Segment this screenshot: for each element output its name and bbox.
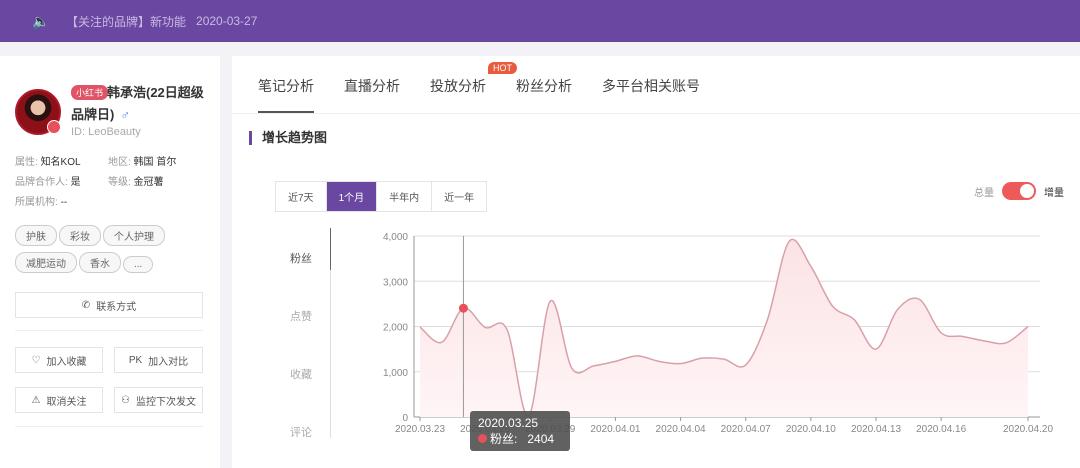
tooltip-series: 粉丝: [490, 432, 518, 446]
y-tick-label: 4,000 [383, 232, 408, 243]
x-tick-label: 2020.04.13 [851, 424, 901, 435]
highlight-point [458, 303, 468, 313]
x-tick-label: 2020.04.04 [656, 424, 706, 435]
growth-chart: 0 1,000 2,000 3,000 4,000 2020.03.23 2020.03.2… [383, 232, 1053, 435]
x-tick-label: 2020.03.23 [395, 424, 445, 435]
tooltip-date: 2020.03.25 [478, 416, 539, 430]
tooltip-value: 2404 [527, 432, 555, 446]
x-tick-label: 2020.04.20 [1003, 424, 1053, 435]
chart-tooltip: 2020.03.25 粉丝: 2404 [470, 411, 570, 451]
y-tick-label: 3,000 [383, 277, 408, 288]
x-tick-label: 2020.04.01 [590, 424, 640, 435]
y-tick-label: 0 [402, 413, 408, 424]
x-tick-label: 2020.04.07 [721, 424, 771, 435]
y-tick-label: 2,000 [383, 323, 408, 334]
y-tick-label: 1,000 [383, 368, 408, 379]
x-tick-label: 2020.04.10 [786, 424, 836, 435]
series-dot-icon [478, 434, 487, 443]
x-tick-label: 2020.04.16 [916, 424, 966, 435]
